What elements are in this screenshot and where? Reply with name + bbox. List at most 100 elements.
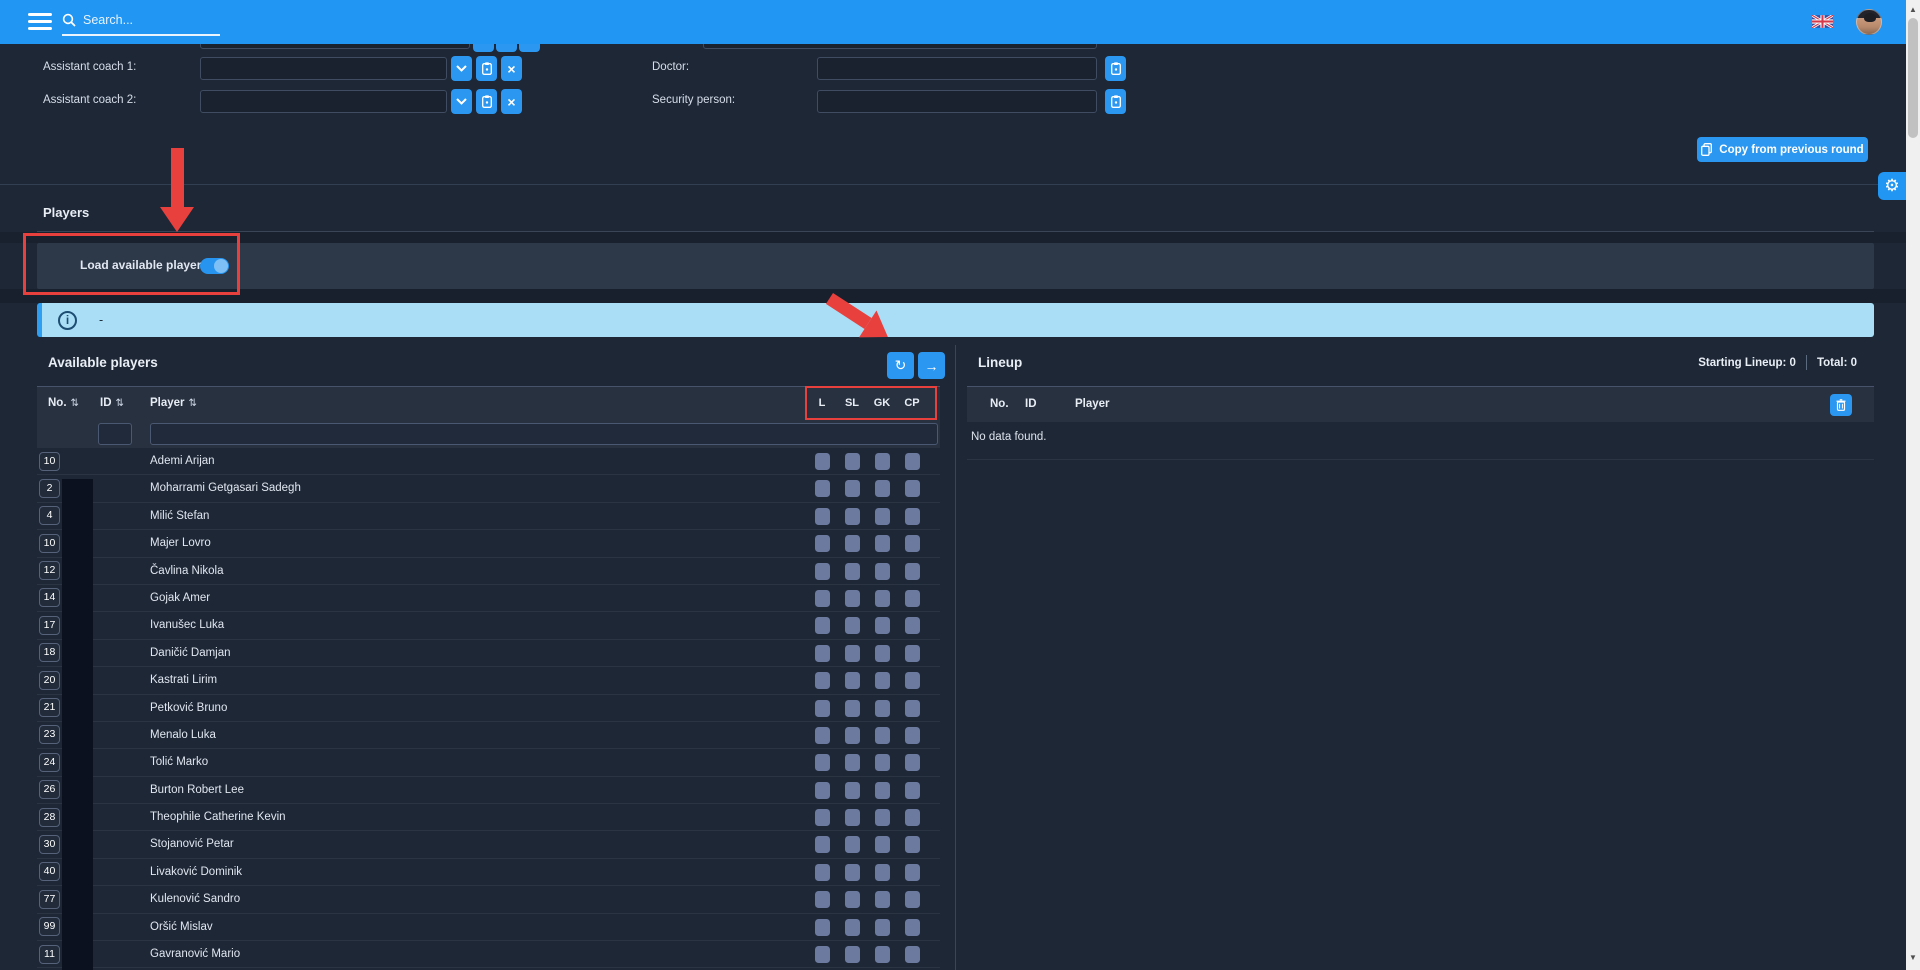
availability-checkbox-sl[interactable] [845,836,860,853]
availability-checkbox-cp[interactable] [905,946,920,963]
availability-checkbox-cp[interactable] [905,453,920,470]
hamburger-menu-icon[interactable] [28,13,52,31]
availability-checkbox-sl[interactable] [845,590,860,607]
availability-checkbox-cp[interactable] [905,672,920,689]
availability-checkbox-cp[interactable] [905,836,920,853]
scroll-up-arrow[interactable]: ▲ [1906,5,1920,14]
availability-checkbox-cp[interactable] [905,563,920,580]
availability-checkbox-l[interactable] [815,754,830,771]
availability-checkbox-sl[interactable] [845,891,860,908]
availability-checkbox-l[interactable] [815,590,830,607]
assistant-coach-1-clear-button[interactable]: × [501,56,522,81]
availability-checkbox-l[interactable] [815,563,830,580]
availability-checkbox-gk[interactable] [875,864,890,881]
move-all-right-button[interactable]: → [918,352,945,379]
availability-checkbox-sl[interactable] [845,946,860,963]
availability-checkbox-cp[interactable] [905,508,920,525]
availability-checkbox-gk[interactable] [875,645,890,662]
availability-checkbox-gk[interactable] [875,946,890,963]
availability-checkbox-sl[interactable] [845,563,860,580]
availability-checkbox-sl[interactable] [845,919,860,936]
security-person-clipboard-button[interactable] [1105,89,1126,114]
assistant-coach-1-dropdown-button[interactable] [451,56,472,81]
assistant-coach-2-clear-button[interactable]: × [501,89,522,114]
availability-checkbox-l[interactable] [815,508,830,525]
availability-checkbox-sl[interactable] [845,672,860,689]
availability-checkbox-gk[interactable] [875,754,890,771]
assistant-coach-2-input[interactable] [200,90,447,113]
availability-checkbox-cp[interactable] [905,754,920,771]
availability-checkbox-l[interactable] [815,891,830,908]
availability-checkbox-gk[interactable] [875,891,890,908]
availability-checkbox-gk[interactable] [875,700,890,717]
column-header-player[interactable]: Player⇅ [150,397,197,409]
scroll-down-arrow[interactable]: ▼ [1906,953,1920,962]
availability-checkbox-sl[interactable] [845,480,860,497]
assistant-coach-1-input[interactable] [200,57,447,80]
refresh-button[interactable]: ↻ [887,352,914,379]
availability-checkbox-gk[interactable] [875,809,890,826]
copy-from-previous-round-button[interactable]: Copy from previous round [1697,137,1868,162]
doctor-clipboard-button[interactable] [1105,56,1126,81]
availability-checkbox-gk[interactable] [875,453,890,470]
availability-checkbox-sl[interactable] [845,754,860,771]
uk-flag-icon[interactable] [1812,15,1833,28]
availability-checkbox-gk[interactable] [875,617,890,634]
availability-checkbox-cp[interactable] [905,919,920,936]
availability-checkbox-gk[interactable] [875,563,890,580]
availability-checkbox-cp[interactable] [905,891,920,908]
settings-gear-button[interactable]: ⚙ [1878,172,1906,200]
availability-checkbox-l[interactable] [815,836,830,853]
availability-checkbox-gk[interactable] [875,727,890,744]
assistant-coach-2-dropdown-button[interactable] [451,89,472,114]
availability-checkbox-gk[interactable] [875,782,890,799]
id-filter-input[interactable] [98,423,132,445]
availability-checkbox-sl[interactable] [845,453,860,470]
availability-checkbox-cp[interactable] [905,864,920,881]
search-input[interactable] [83,13,203,27]
availability-checkbox-l[interactable] [815,480,830,497]
availability-checkbox-sl[interactable] [845,727,860,744]
column-header-no[interactable]: No.⇅ [48,397,79,409]
availability-checkbox-cp[interactable] [905,727,920,744]
availability-checkbox-cp[interactable] [905,700,920,717]
availability-checkbox-cp[interactable] [905,645,920,662]
availability-checkbox-gk[interactable] [875,672,890,689]
availability-checkbox-sl[interactable] [845,809,860,826]
availability-checkbox-sl[interactable] [845,700,860,717]
availability-checkbox-cp[interactable] [905,809,920,826]
availability-checkbox-l[interactable] [815,727,830,744]
availability-checkbox-l[interactable] [815,700,830,717]
availability-checkbox-sl[interactable] [845,645,860,662]
player-filter-input[interactable] [150,423,938,445]
availability-checkbox-cp[interactable] [905,782,920,799]
availability-checkbox-l[interactable] [815,946,830,963]
availability-checkbox-l[interactable] [815,672,830,689]
availability-checkbox-cp[interactable] [905,535,920,552]
availability-checkbox-sl[interactable] [845,864,860,881]
availability-checkbox-cp[interactable] [905,590,920,607]
availability-checkbox-l[interactable] [815,782,830,799]
assistant-coach-2-clipboard-button[interactable] [476,89,497,114]
doctor-input[interactable] [817,57,1097,80]
availability-checkbox-sl[interactable] [845,535,860,552]
availability-checkbox-l[interactable] [815,809,830,826]
availability-checkbox-l[interactable] [815,535,830,552]
availability-checkbox-sl[interactable] [845,508,860,525]
availability-checkbox-gk[interactable] [875,836,890,853]
availability-checkbox-gk[interactable] [875,590,890,607]
lineup-delete-button[interactable] [1830,394,1852,416]
availability-checkbox-l[interactable] [815,864,830,881]
scrollbar-thumb[interactable] [1908,18,1918,138]
availability-checkbox-l[interactable] [815,617,830,634]
availability-checkbox-gk[interactable] [875,535,890,552]
availability-checkbox-cp[interactable] [905,617,920,634]
availability-checkbox-l[interactable] [815,645,830,662]
availability-checkbox-gk[interactable] [875,508,890,525]
availability-checkbox-l[interactable] [815,453,830,470]
availability-checkbox-gk[interactable] [875,919,890,936]
availability-checkbox-gk[interactable] [875,480,890,497]
availability-checkbox-sl[interactable] [845,617,860,634]
availability-checkbox-cp[interactable] [905,480,920,497]
column-header-id[interactable]: ID⇅ [100,397,124,409]
